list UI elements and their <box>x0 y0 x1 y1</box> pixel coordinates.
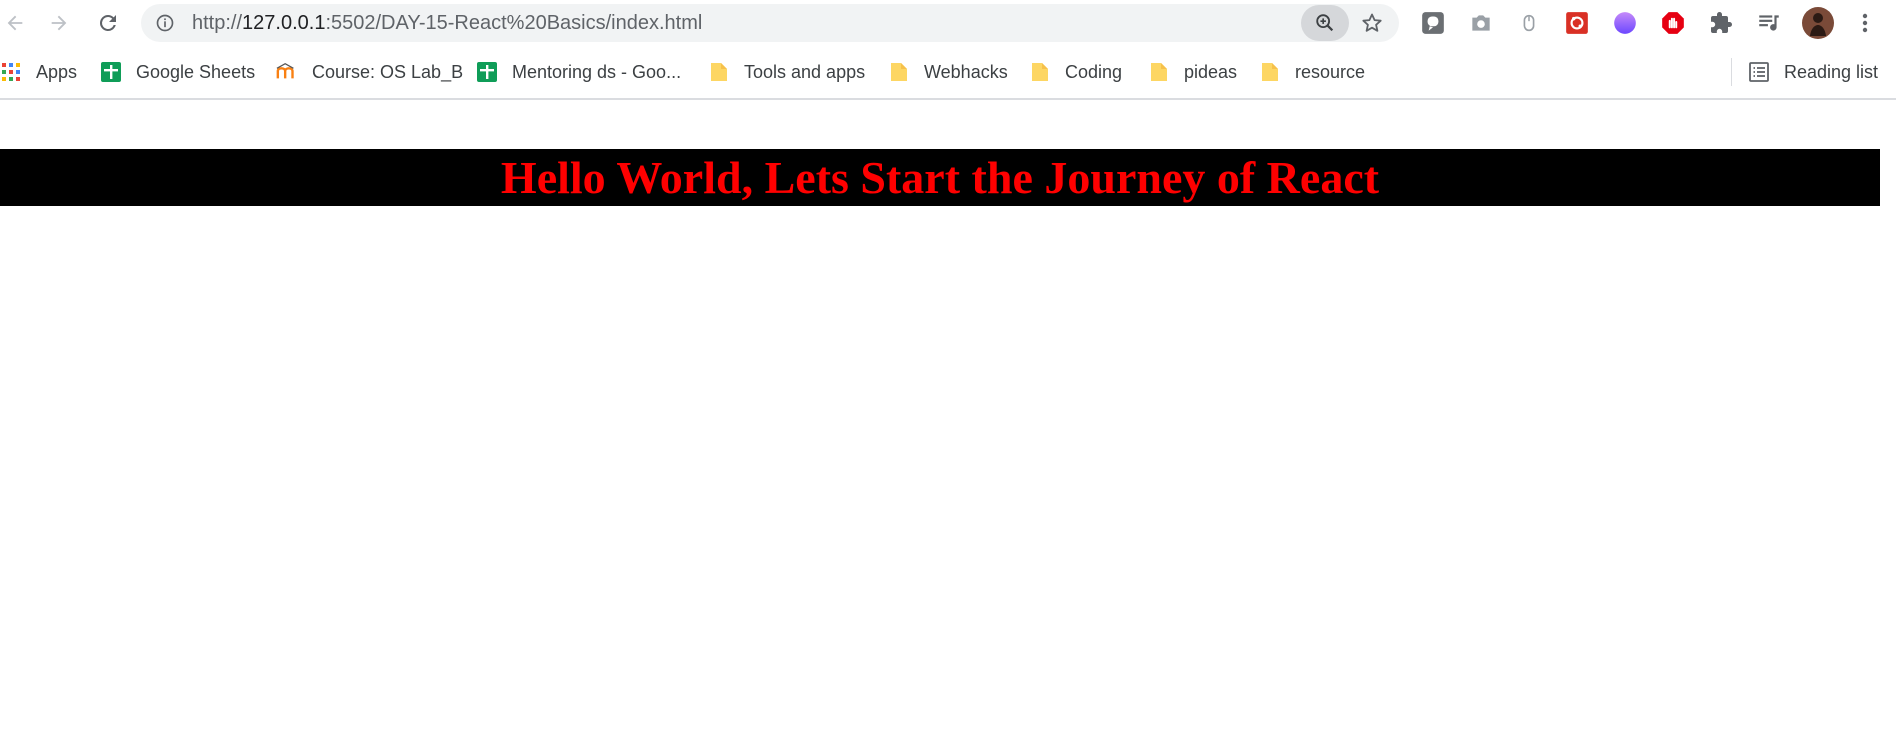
kebab-menu-icon[interactable] <box>1850 8 1880 38</box>
reading-list-button[interactable]: Reading list <box>1748 58 1878 86</box>
profile-avatar[interactable] <box>1800 5 1836 41</box>
forward-arrow-icon[interactable] <box>44 8 74 38</box>
mouse-icon[interactable] <box>1514 8 1544 38</box>
star-icon[interactable] <box>1353 5 1391 41</box>
bookmark-apps[interactable]: Apps <box>0 58 77 86</box>
folder-icon <box>708 61 730 83</box>
bookmark-folder-tools-and-apps[interactable]: Tools and apps <box>708 58 865 86</box>
bookmarks-bar: Apps Google Sheets Course: OS Lab_B Ment… <box>0 46 1896 100</box>
camera-icon[interactable] <box>1466 8 1496 38</box>
url-host: 127.0.0.1 <box>242 12 326 34</box>
folder-icon <box>888 61 910 83</box>
reading-list-label: Reading list <box>1784 61 1879 82</box>
extension-icon-gradient[interactable] <box>1610 8 1640 38</box>
extension-icon-1[interactable] <box>1418 8 1448 38</box>
browser-toolbar: http://127.0.0.1:5502/DAY-15-React%20Bas… <box>0 0 1896 46</box>
sheets-icon <box>476 61 498 83</box>
bookmark-label: Mentoring ds - Goo... <box>512 61 682 82</box>
page-content: Hello World, Lets Start the Journey of R… <box>0 100 1896 741</box>
extension-icon-red[interactable] <box>1562 8 1592 38</box>
bookmark-folder-coding[interactable]: Coding <box>1029 58 1122 86</box>
folder-icon <box>1259 61 1281 83</box>
address-bar[interactable]: http://127.0.0.1:5502/DAY-15-React%20Bas… <box>141 4 1399 42</box>
stop-hand-icon[interactable] <box>1658 8 1688 38</box>
bookmark-label: Google Sheets <box>136 61 256 82</box>
bookmarks-divider <box>1731 58 1732 86</box>
puzzle-icon[interactable] <box>1706 8 1736 38</box>
bookmark-label: Course: OS Lab_B <box>312 61 464 82</box>
apps-grid-icon <box>0 61 22 83</box>
reading-list-icon <box>1748 61 1770 83</box>
moodle-icon <box>276 61 298 83</box>
bookmark-label: Coding <box>1065 61 1123 82</box>
sheets-icon <box>100 61 122 83</box>
zoom-in-icon[interactable] <box>1301 5 1349 41</box>
folder-icon <box>1148 61 1170 83</box>
bookmark-folder-webhacks[interactable]: Webhacks <box>888 58 1008 86</box>
bookmark-label: Webhacks <box>924 61 1008 82</box>
folder-icon <box>1029 61 1051 83</box>
page-heading: Hello World, Lets Start the Journey of R… <box>0 149 1880 206</box>
back-arrow-icon[interactable] <box>0 8 30 38</box>
url-text[interactable]: http://127.0.0.1:5502/DAY-15-React%20Bas… <box>192 4 702 42</box>
bookmark-label: pideas <box>1184 61 1238 82</box>
bookmark-mentoring-ds[interactable]: Mentoring ds - Goo... <box>476 58 681 86</box>
queue-music-icon[interactable] <box>1754 8 1784 38</box>
bookmark-label: resource <box>1295 61 1366 82</box>
bookmark-label: Tools and apps <box>744 61 866 82</box>
bookmark-label: Apps <box>36 61 78 82</box>
info-icon[interactable] <box>155 13 175 33</box>
bookmark-folder-pideas[interactable]: pideas <box>1148 58 1237 86</box>
url-scheme: http:// <box>192 12 243 34</box>
reload-icon[interactable] <box>93 8 123 38</box>
url-path: :5502/DAY-15-React%20Basics/index.html <box>325 12 703 34</box>
bookmark-course-os-lab[interactable]: Course: OS Lab_B <box>276 58 463 86</box>
bookmark-folder-resource[interactable]: resource <box>1259 58 1365 86</box>
bookmark-google-sheets[interactable]: Google Sheets <box>100 58 255 86</box>
